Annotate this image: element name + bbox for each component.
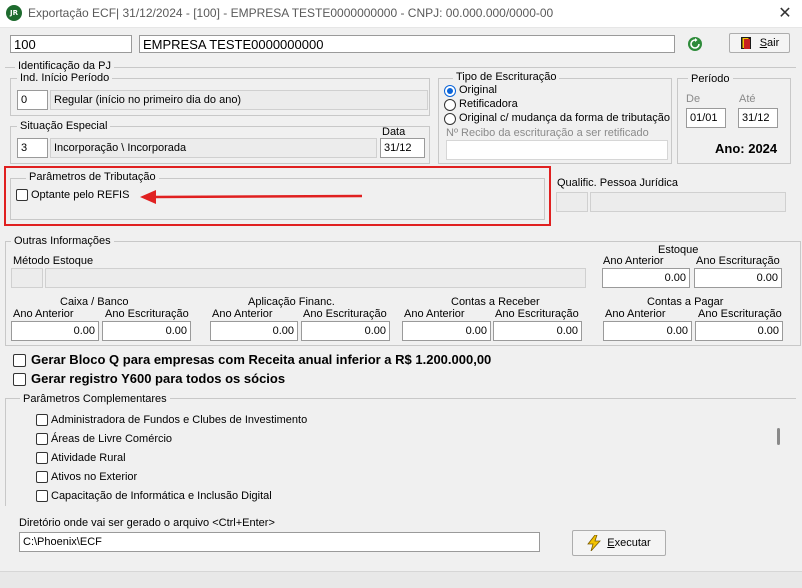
aplicacao-ano-anterior-label: Ano Anterior (212, 308, 273, 320)
close-icon[interactable]: ✕ (774, 3, 796, 23)
receber-ano-escrituracao-field[interactable]: 0.00 (493, 321, 582, 341)
refresh-icon (688, 37, 702, 51)
complementares-title: Parâmetros Complementares (20, 393, 170, 405)
periodo-de-label: De (686, 93, 701, 105)
pagar-ano-escrituracao-label: Ano Escrituração (698, 308, 782, 320)
executar-button[interactable]: Executar (572, 530, 666, 556)
list-item-label[interactable]: Capacitação de Informática e Inclusão Di… (51, 490, 272, 502)
list-item-checkbox[interactable] (36, 452, 48, 464)
list-item-label[interactable]: Ativos no Exterior (51, 471, 137, 483)
pagar-ano-anterior-field[interactable]: 0.00 (603, 321, 692, 341)
radio-original[interactable] (444, 85, 456, 97)
aplicacao-ano-escrituracao-label: Ano Escrituração (303, 308, 387, 320)
exit-door-icon (740, 37, 751, 49)
exit-button[interactable]: Sair (729, 33, 790, 53)
metodo-estoque-code (11, 268, 43, 288)
company-name-field[interactable]: EMPRESA TESTE0000000000 (139, 35, 675, 53)
executar-label-rest: xecutar (614, 537, 651, 549)
inicio-periodo-desc: Regular (início no primeiro dia do ano) (50, 90, 428, 110)
radio-mudanca-tributacao-label[interactable]: Original c/ mudança da forma de tributaç… (459, 112, 670, 124)
recibo-label: Nº Recibo da escrituração a ser retifica… (446, 127, 649, 139)
aplicacao-ano-escrituracao-field[interactable]: 0.00 (301, 321, 390, 341)
list-item-checkbox[interactable] (36, 471, 48, 483)
periodo-ano-label: Ano: 2024 (715, 141, 778, 156)
radio-retificadora-label[interactable]: Retificadora (459, 98, 518, 110)
qualificacao-desc (590, 192, 786, 212)
company-code-field[interactable]: 100 (10, 35, 132, 53)
list-item-label[interactable]: Áreas de Livre Comércio (51, 433, 172, 445)
metodo-estoque-desc (45, 268, 586, 288)
inicio-periodo-code[interactable]: 0 (17, 90, 48, 110)
situacao-especial-code[interactable]: 3 (17, 138, 48, 158)
app-logo-icon: JR (6, 5, 22, 21)
qualificacao-label: Qualific. Pessoa Jurídica (557, 177, 679, 189)
periodo-title: Período (688, 73, 733, 85)
list-item-label[interactable]: Administradora de Fundos e Clubes de Inv… (51, 414, 307, 426)
executar-label-prefix: E (607, 537, 615, 549)
window-title: Exportação ECF| 31/12/2024 - [100] - EMP… (28, 6, 554, 20)
list-item-checkbox[interactable] (36, 433, 48, 445)
caixa-ano-escrituracao-field[interactable]: 0.00 (102, 321, 191, 341)
inicio-periodo-title: Ind. Início Período (17, 72, 113, 84)
radio-retificadora[interactable] (444, 99, 456, 111)
aplicacao-ano-anterior-field[interactable]: 0.00 (210, 321, 298, 341)
aplicacao-title: Aplicação Financ. (248, 296, 335, 308)
refresh-button[interactable] (684, 34, 706, 54)
lightning-icon (587, 535, 602, 551)
red-arrow-icon (140, 190, 363, 204)
estoque-title: Estoque (658, 244, 699, 256)
status-bar (0, 571, 802, 588)
exit-label-prefix: S (759, 37, 768, 49)
list-item-label[interactable]: Atividade Rural (51, 452, 126, 464)
exit-label-rest: air (767, 37, 780, 49)
data-label: Data (382, 126, 406, 138)
periodo-de-field[interactable]: 01/01 (686, 108, 726, 128)
complementares-scrollbar[interactable] (772, 410, 788, 502)
caixa-title: Caixa / Banco (60, 296, 129, 308)
caixa-ano-anterior-label: Ano Anterior (13, 308, 74, 320)
radio-original-label[interactable]: Original (459, 84, 497, 96)
caixa-ano-anterior-field[interactable]: 0.00 (11, 321, 99, 341)
tipo-escrituracao-title: Tipo de Escrituração (453, 71, 560, 83)
receber-title: Contas a Receber (451, 296, 540, 308)
periodo-ate-field[interactable]: 31/12 (738, 108, 778, 128)
registro-y600-label[interactable]: Gerar registro Y600 para todos os sócios (31, 371, 285, 386)
recibo-field[interactable] (446, 140, 668, 160)
metodo-estoque-label: Método Estoque (13, 255, 94, 267)
periodo-ate-label: Até (739, 93, 756, 105)
situacao-especial-desc: Incorporação \ Incorporada (50, 138, 377, 158)
caixa-ano-escrituracao-label: Ano Escrituração (105, 308, 189, 320)
pagar-ano-escrituracao-field[interactable]: 0.00 (695, 321, 783, 341)
bloco-q-checkbox[interactable] (13, 354, 26, 367)
diretorio-field[interactable]: C:\Phoenix\ECF (19, 532, 540, 552)
receber-ano-escrituracao-label: Ano Escrituração (495, 308, 579, 320)
pagar-ano-anterior-label: Ano Anterior (605, 308, 666, 320)
outras-informacoes-title: Outras Informações (11, 235, 114, 247)
registro-y600-checkbox[interactable] (13, 373, 26, 386)
pagar-title: Contas a Pagar (647, 296, 724, 308)
identificacao-title: Identificação da PJ (15, 60, 114, 72)
receber-ano-anterior-label: Ano Anterior (404, 308, 465, 320)
estoque-ano-anterior-label: Ano Anterior (603, 255, 664, 267)
list-item-checkbox[interactable] (36, 414, 48, 426)
diretorio-label: Diretório onde vai ser gerado o arquivo … (19, 517, 275, 529)
estoque-ano-escrituracao-field[interactable]: 0.00 (694, 268, 782, 288)
qualificacao-code (556, 192, 588, 212)
radio-mudanca-tributacao[interactable] (444, 113, 456, 125)
estoque-ano-anterior-field[interactable]: 0.00 (602, 268, 690, 288)
title-bar: JR Exportação ECF| 31/12/2024 - [100] - … (0, 0, 802, 28)
bloco-q-label[interactable]: Gerar Bloco Q para empresas com Receita … (31, 352, 491, 367)
scrollbar-thumb[interactable] (777, 428, 780, 445)
list-item-checkbox[interactable] (36, 490, 48, 502)
estoque-ano-escrituracao-label: Ano Escrituração (696, 255, 780, 267)
situacao-especial-title: Situação Especial (17, 120, 111, 132)
situacao-especial-data[interactable]: 31/12 (380, 138, 425, 158)
receber-ano-anterior-field[interactable]: 0.00 (402, 321, 491, 341)
